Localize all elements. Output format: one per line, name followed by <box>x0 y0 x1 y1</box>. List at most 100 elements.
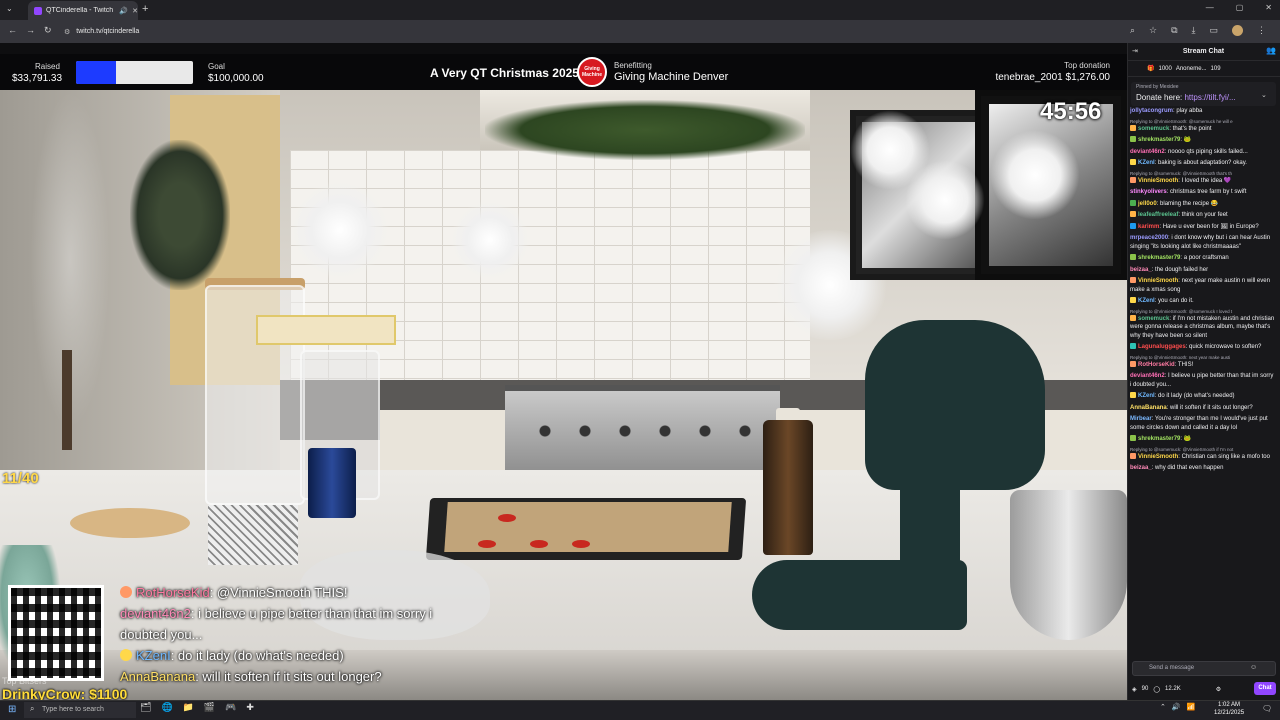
clock[interactable]: 1:02 AM 12/21/2025 <box>1214 701 1244 717</box>
bookmark-star-icon[interactable]: ☆ <box>1149 25 1157 36</box>
tab-close-icon[interactable]: ✕ <box>132 7 138 15</box>
site-settings-icon[interactable]: ⚙ <box>64 28 70 36</box>
chat-username[interactable]: stinkyolivers <box>1130 189 1167 195</box>
user-badge-icon[interactable] <box>1130 199 1136 206</box>
user-badge-icon[interactable] <box>1130 297 1136 303</box>
chat-message[interactable]: beizaa_: the dough failed her <box>1130 266 1276 275</box>
taskbar-app-icon[interactable]: 🎮 <box>225 702 236 713</box>
chat-message[interactable]: mrpeace2000: i dont know why but i can h… <box>1130 234 1276 251</box>
sidebar-icon[interactable]: ▭ <box>1209 25 1218 36</box>
chat-message[interactable]: AnnaBanana: will it soften if it sits ou… <box>1130 404 1276 413</box>
chat-username[interactable]: mrpeace2000 <box>1130 235 1168 241</box>
chat-username[interactable]: shrekmaster79 <box>1138 137 1180 143</box>
chat-username[interactable]: beizaa_ <box>1130 267 1152 273</box>
chat-username[interactable]: KZenI <box>1138 393 1155 399</box>
profile-avatar[interactable] <box>1232 25 1243 36</box>
user-badge-icon[interactable] <box>1130 392 1136 398</box>
chat-username[interactable]: shrekmaster79 <box>1138 436 1180 442</box>
channel-points-icon[interactable]: ◈ <box>1132 686 1137 693</box>
chat-username[interactable]: leafeaffreeleaf <box>1138 212 1178 218</box>
taskbar-app-icon[interactable]: 🎬 <box>204 702 215 713</box>
browser-menu-icon[interactable]: ⋮ <box>1257 25 1266 36</box>
chat-username[interactable]: VinnieSmooth <box>1138 454 1178 460</box>
maximize-icon[interactable]: ▢ <box>1236 3 1244 12</box>
expand-pin-icon[interactable]: ⌄ <box>1261 91 1267 99</box>
taskbar-app-icon[interactable]: ✚ <box>246 702 254 713</box>
chat-username[interactable]: shrekmaster79 <box>1138 255 1180 261</box>
chat-username[interactable]: jell0o0 <box>1138 201 1157 207</box>
chat-message[interactable]: Replying to @somemuck: @VinnieSmooth tha… <box>1130 171 1276 186</box>
taskbar-search[interactable]: Type here to search <box>24 702 136 718</box>
chat-send-button[interactable]: Chat <box>1254 682 1276 695</box>
taskbar-app-icon[interactable]: 🗂 <box>140 702 151 713</box>
tray-icon[interactable]: 🔊 <box>1172 703 1181 711</box>
chat-message[interactable]: shrekmaster79: 🐸 <box>1130 435 1276 444</box>
chat-username[interactable]: deviant46n2 <box>1130 149 1165 155</box>
chat-message[interactable]: KZenI: do it lady (do what's needed) <box>1130 392 1276 401</box>
chat-username[interactable]: jollytacongrum <box>1130 108 1173 114</box>
browser-tab[interactable]: QTCinderella - Twitch 🔊 ✕ <box>28 1 138 20</box>
chat-message[interactable]: stinkyolivers: christmas tree farm by t … <box>1130 188 1276 197</box>
chat-username[interactable]: Lagunaluggages <box>1138 344 1186 350</box>
chat-username[interactable]: VinnieSmooth <box>1138 178 1178 184</box>
chat-message[interactable]: Lagunaluggages: quick microwave to softe… <box>1130 343 1276 352</box>
chat-message[interactable]: shrekmaster79: a poor craftsman <box>1130 254 1276 263</box>
chat-message[interactable]: leafeaffreeleaf: think on your feet <box>1130 211 1276 220</box>
forward-icon[interactable]: → <box>26 25 35 35</box>
community-icon[interactable]: 👥 <box>1266 46 1276 55</box>
hype-leaderboard[interactable]: 🎁 1000 Anoneme... 109 <box>1127 61 1280 77</box>
donate-link[interactable]: https://tilt.fyi/... <box>1184 93 1235 102</box>
chat-message[interactable]: jollytacongrum: play abba <box>1130 107 1276 116</box>
user-badge-icon[interactable] <box>1130 124 1136 131</box>
chat-username[interactable]: Mirbear <box>1130 416 1152 422</box>
tab-search-icon[interactable]: ⌄ <box>6 4 13 13</box>
chat-message[interactable]: KZenI: you can do it. <box>1130 297 1276 306</box>
reload-icon[interactable]: ↻ <box>44 25 52 36</box>
chat-message[interactable]: KZenI: baking is about adaptation? okay. <box>1130 159 1276 168</box>
chat-username[interactable]: VinnieSmooth <box>1138 278 1178 284</box>
chat-username[interactable]: AnnaBanana <box>1130 405 1167 411</box>
chat-message[interactable]: deviant46n2: I believe u pipe better tha… <box>1130 372 1276 389</box>
start-icon[interactable]: ⊞ <box>8 704 16 715</box>
taskbar-app-icon[interactable]: 📁 <box>183 702 194 713</box>
user-badge-icon[interactable] <box>1130 435 1136 441</box>
window-close-icon[interactable]: ✕ <box>1265 3 1272 12</box>
user-badge-icon[interactable] <box>1130 452 1136 459</box>
user-badge-icon[interactable] <box>1130 159 1136 165</box>
user-badge-icon[interactable] <box>1130 343 1136 349</box>
chat-message[interactable]: Replying to @VinnieSmooth: @somemuck I l… <box>1130 309 1276 341</box>
minimize-icon[interactable]: — <box>1206 3 1214 12</box>
user-badge-icon[interactable] <box>1130 277 1136 283</box>
chat-username[interactable]: KZenI <box>1138 160 1155 166</box>
chat-username[interactable]: RotHorseKid <box>1138 362 1175 368</box>
taskbar-app-icon[interactable]: 🌐 <box>161 702 172 713</box>
user-badge-icon[interactable] <box>1130 360 1136 367</box>
downloads-icon[interactable]: ⤓ <box>1192 25 1196 36</box>
user-badge-icon[interactable] <box>1130 211 1136 217</box>
settings-icon[interactable]: ⚙ <box>1216 686 1221 693</box>
tray-icon[interactable]: ⌃ <box>1160 703 1166 711</box>
chat-message[interactable]: Replying to @somemuck: @VinnieSmooth if … <box>1130 447 1276 462</box>
chat-username[interactable]: KZenI <box>1138 298 1155 304</box>
zoom-icon[interactable]: ⌕ <box>1130 25 1135 36</box>
chat-username[interactable]: beizaa_ <box>1130 465 1152 471</box>
chat-message[interactable]: VinnieSmooth: next year make austin n wi… <box>1130 277 1276 294</box>
chat-username[interactable]: somemuck <box>1138 316 1169 322</box>
tray-icon[interactable]: 📶 <box>1187 703 1196 711</box>
tab-audio-icon[interactable]: 🔊 <box>119 7 128 15</box>
extensions-icon[interactable]: ⧉ <box>1171 25 1177 36</box>
chat-message[interactable]: karimm: Have u ever been for 🖼 in Europe… <box>1130 222 1276 232</box>
chat-message[interactable]: Replying to @VinnieSmooth: @somemuck he … <box>1130 119 1276 134</box>
user-badge-icon[interactable] <box>1130 136 1136 142</box>
chat-username[interactable]: deviant46n2 <box>1130 373 1165 379</box>
chat-message[interactable]: beizaa_: why did that even happen <box>1130 464 1276 473</box>
collapse-chat-icon[interactable]: ⇥ <box>1132 47 1138 55</box>
new-tab-button[interactable]: + <box>142 3 148 15</box>
chat-message[interactable]: shrekmaster79: 🐸 <box>1130 136 1276 145</box>
notifications-icon[interactable]: 🗨 <box>1262 704 1272 713</box>
chat-message[interactable]: Mirbear: You're stronger than me I would… <box>1130 415 1276 432</box>
back-icon[interactable]: ← <box>8 25 17 35</box>
url-field[interactable]: ⚙ twitch.tv/qtcinderella <box>64 23 1154 40</box>
user-badge-icon[interactable] <box>1130 176 1136 183</box>
user-badge-icon[interactable] <box>1130 254 1136 260</box>
